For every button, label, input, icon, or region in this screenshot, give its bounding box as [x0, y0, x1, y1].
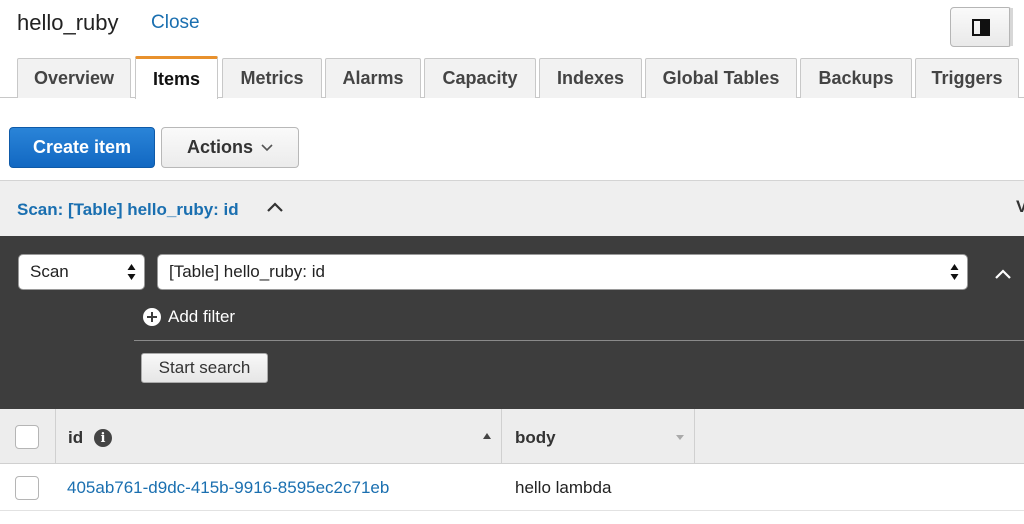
chevron-down-icon [261, 143, 273, 151]
tab-alarms[interactable]: Alarms [325, 58, 421, 98]
column-header-id[interactable]: id [68, 428, 83, 448]
scan-header[interactable]: Scan: [Table] hello_ruby: id V [0, 180, 1024, 236]
panel-divider [134, 340, 1024, 341]
start-search-button[interactable]: Start search [141, 353, 268, 383]
close-link[interactable]: Close [151, 12, 200, 34]
row-checkbox[interactable] [15, 476, 39, 500]
tab-items[interactable]: Items [135, 56, 218, 99]
page-title: hello_ruby [17, 10, 119, 35]
panel-toggle-divider [1009, 8, 1013, 46]
sort-descending-icon[interactable] [676, 435, 684, 440]
sort-ascending-icon[interactable] [483, 433, 491, 439]
select-updown-icon [950, 264, 959, 280]
info-icon[interactable]: i [94, 429, 112, 447]
add-filter-button[interactable]: Add filter [143, 306, 235, 328]
grid-header [0, 409, 1024, 464]
actions-label: Actions [186, 137, 253, 157]
tab-triggers[interactable]: Triggers [915, 58, 1019, 98]
column-divider [694, 409, 695, 464]
scan-target-select[interactable]: [Table] hello_ruby: id [157, 254, 968, 290]
panel-toggle-button[interactable] [950, 7, 1013, 47]
select-updown-icon [127, 264, 136, 280]
create-item-button[interactable]: Create item [9, 127, 155, 168]
panel-toggle-icon [972, 19, 990, 36]
tab-global-tables[interactable]: Global Tables [645, 58, 797, 98]
scan-target-value: [Table] hello_ruby: id [169, 262, 325, 281]
plus-circle-icon [143, 308, 161, 326]
select-all-checkbox[interactable] [15, 425, 39, 449]
column-header-body[interactable]: body [515, 428, 556, 448]
tab-bar: Overview Items Metrics Alarms Capacity I… [0, 56, 1024, 99]
scan-edge-glyph: V [1016, 197, 1024, 216]
create-item-label: Create item [32, 137, 132, 157]
chevron-up-icon[interactable] [991, 262, 1015, 286]
tab-indexes[interactable]: Indexes [539, 58, 642, 98]
scan-summary: Scan: [Table] hello_ruby: id [17, 200, 239, 219]
item-id-link[interactable]: 405ab761-d9dc-415b-9916-8595ec2c71eb [67, 478, 389, 498]
actions-button[interactable]: Actions [161, 127, 299, 168]
tab-backups[interactable]: Backups [800, 58, 912, 98]
add-filter-label: Add filter [168, 307, 236, 326]
item-body-cell: hello lambda [515, 478, 612, 497]
tab-metrics[interactable]: Metrics [222, 58, 322, 98]
chevron-up-icon[interactable] [264, 196, 286, 218]
title-bar: hello_ruby Close [0, 0, 1024, 52]
scan-mode-value: Scan [30, 262, 69, 281]
column-divider [55, 409, 56, 464]
tab-capacity[interactable]: Capacity [424, 58, 536, 98]
scan-mode-select[interactable]: Scan [18, 254, 145, 290]
column-divider [501, 409, 502, 464]
tab-overview[interactable]: Overview [17, 58, 131, 98]
